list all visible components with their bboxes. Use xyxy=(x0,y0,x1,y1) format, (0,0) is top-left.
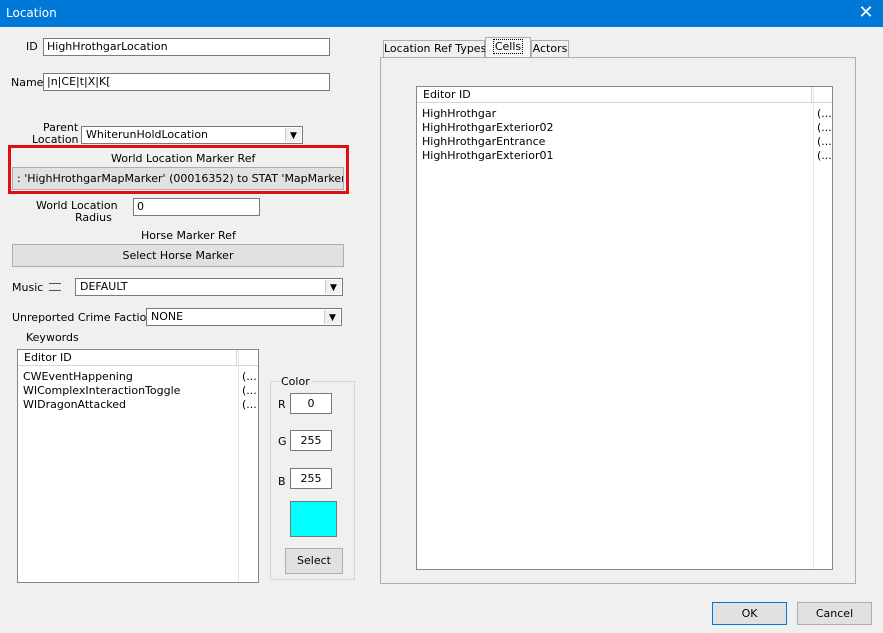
tab-cells-label: Cells xyxy=(492,39,524,54)
keywords-header-editor-id[interactable]: Editor ID xyxy=(24,351,72,364)
list-item[interactable]: WIDragonAttacked xyxy=(23,398,126,412)
list-item[interactable]: WIComplexInteractionToggle xyxy=(23,384,180,398)
cell-id: HighHrothgar xyxy=(422,107,497,120)
keyword-id: CWEventHappening xyxy=(23,370,133,383)
cell-extra: (... xyxy=(817,149,832,162)
id-label: ID xyxy=(26,40,38,53)
keyword-extra: (... xyxy=(242,398,257,411)
cell-extra: (... xyxy=(817,135,832,148)
cells-list[interactable]: Editor ID HighHrothgar HighHrothgarExter… xyxy=(416,86,833,570)
keywords-label: Keywords xyxy=(26,331,79,344)
tab-cells[interactable]: Cells xyxy=(485,37,531,58)
cell-id: HighHrothgarEntrance xyxy=(422,135,546,148)
close-icon[interactable]: ✕ xyxy=(849,0,883,27)
crime-faction-select[interactable]: NONE ▼ xyxy=(146,308,342,326)
list-item[interactable]: HighHrothgarExterior02 xyxy=(422,121,553,135)
music-spinner[interactable] xyxy=(47,279,63,295)
cells-header: Editor ID xyxy=(417,87,832,103)
window-title: Location xyxy=(6,6,57,20)
name-field[interactable]: |n|CE|t|X|K[ xyxy=(43,73,330,91)
cancel-button[interactable]: Cancel xyxy=(797,602,872,625)
parent-location-select[interactable]: WhiterunHoldLocation ▼ xyxy=(81,126,303,144)
red-field[interactable]: 0 xyxy=(290,393,332,414)
keywords-header: Editor ID xyxy=(18,350,258,366)
keyword-extra: (... xyxy=(242,384,257,397)
chevron-down-icon[interactable]: ▼ xyxy=(285,128,301,142)
keyword-id: WIDragonAttacked xyxy=(23,398,127,411)
id-field[interactable]: HighHrothgarLocation xyxy=(43,38,330,56)
chevron-down-icon[interactable]: ▼ xyxy=(324,310,340,324)
title-bar: Location ✕ xyxy=(0,0,883,27)
keyword-extra: (... xyxy=(242,370,257,383)
music-label: Music xyxy=(12,281,44,294)
radius-field[interactable]: 0 xyxy=(133,198,260,216)
music-select[interactable]: DEFAULT ▼ xyxy=(75,278,343,296)
color-group-label: Color xyxy=(279,375,312,388)
cell-id: HighHrothgarExterior01 xyxy=(422,149,554,162)
parent-location-value: WhiterunHoldLocation xyxy=(86,128,209,141)
chevron-down-icon[interactable]: ▼ xyxy=(325,280,341,294)
select-horse-marker-button[interactable]: Select Horse Marker xyxy=(12,244,344,267)
list-item[interactable]: HighHrothgar xyxy=(422,107,496,121)
keyword-id: WIComplexInteractionToggle xyxy=(23,384,181,397)
blue-field[interactable]: 255 xyxy=(290,468,332,489)
blue-label: B xyxy=(278,475,286,488)
red-label: R xyxy=(278,398,286,411)
music-value: DEFAULT xyxy=(80,280,128,293)
name-label: Name xyxy=(11,76,44,89)
crime-faction-value: NONE xyxy=(151,310,184,323)
list-item[interactable]: CWEventHappening xyxy=(23,370,133,384)
radius-label-2: Radius xyxy=(75,211,112,224)
tab-actors[interactable]: Actors xyxy=(531,40,569,58)
cell-id: HighHrothgarExterior02 xyxy=(422,121,554,134)
world-marker-button[interactable]: : 'HighHrothgarMapMarker' (00016352) to … xyxy=(12,167,344,190)
color-swatch xyxy=(290,501,337,537)
cell-extra: (... xyxy=(817,121,832,134)
crime-faction-label: Unreported Crime Faction xyxy=(12,311,154,324)
cell-extra: (... xyxy=(817,107,832,120)
list-item[interactable]: HighHrothgarExterior01 xyxy=(422,149,553,163)
green-label: G xyxy=(278,435,287,448)
color-select-button[interactable]: Select xyxy=(285,548,343,574)
green-field[interactable]: 255 xyxy=(290,430,332,451)
tab-location-ref-types[interactable]: Location Ref Types xyxy=(383,40,486,58)
keywords-list[interactable]: Editor ID CWEventHappening WIComplexInte… xyxy=(17,349,259,583)
horse-marker-label: Horse Marker Ref xyxy=(141,229,236,242)
list-item[interactable]: HighHrothgarEntrance xyxy=(422,135,545,149)
ok-button[interactable]: OK xyxy=(712,602,787,625)
world-marker-label: World Location Marker Ref xyxy=(111,152,256,165)
cells-header-editor-id[interactable]: Editor ID xyxy=(423,88,471,101)
